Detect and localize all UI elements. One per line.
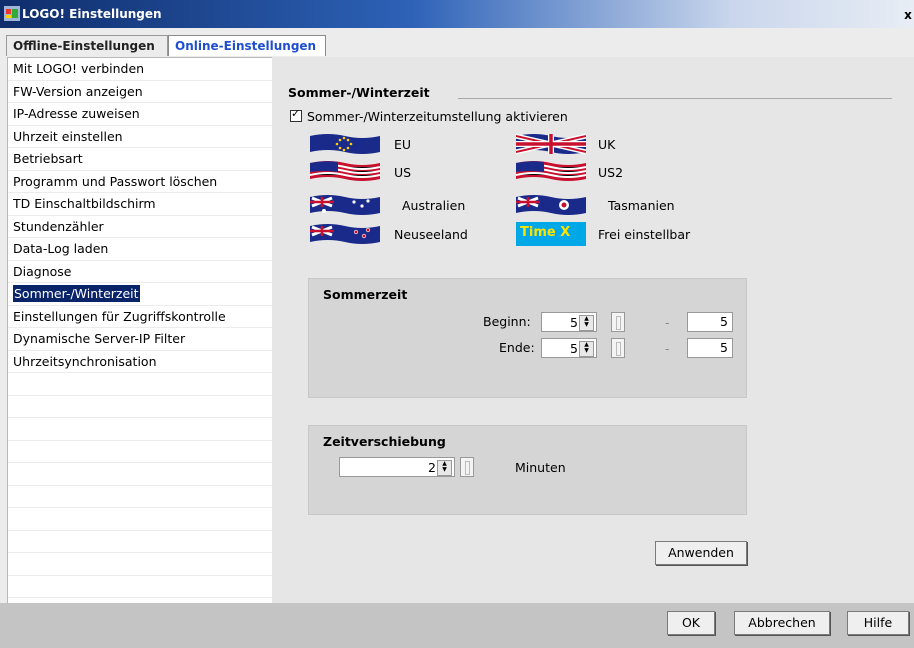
- nav-item-dst[interactable]: Sommer-/Winterzeit: [8, 283, 273, 306]
- tab-bar: Offline-Einstellungen Online-Einstellung…: [0, 28, 914, 56]
- list-item-empty: [8, 531, 273, 553]
- stepper-arrows-icon[interactable]: ▲ ▼: [437, 460, 452, 476]
- time-offset-stepper[interactable]: 2 ▲ ▼: [339, 457, 455, 477]
- nav-item-time-sync[interactable]: Uhrzeitsynchronisation: [8, 351, 273, 373]
- dialog-button-bar: OK Abbrechen Hilfe: [0, 603, 914, 648]
- cancel-button[interactable]: Abbrechen: [734, 611, 830, 635]
- preset-australia-label[interactable]: Australien: [402, 198, 465, 213]
- list-item-empty: [8, 463, 273, 486]
- list-item-empty: [8, 553, 273, 576]
- time-offset-title: Zeitverschiebung: [323, 434, 446, 449]
- time-offset-unit: Minuten: [515, 460, 566, 475]
- time-offset-group: Zeitverschiebung 2 ▲ ▼ Minuten: [308, 425, 747, 515]
- preset-custom-label[interactable]: Frei einstellbar: [598, 227, 690, 242]
- nav-item-fw-version[interactable]: FW-Version anzeigen: [8, 81, 273, 103]
- preset-us2-label[interactable]: US2: [598, 165, 623, 180]
- nav-item-diagnose[interactable]: Diagnose: [8, 261, 273, 283]
- list-item-empty: [8, 396, 273, 418]
- list-item-empty: [8, 373, 273, 396]
- ok-button[interactable]: OK: [667, 611, 715, 635]
- logo-app-icon: [4, 6, 20, 21]
- time-x-icon[interactable]: Time X: [516, 222, 586, 246]
- summer-time-group: Sommerzeit Beginn: 5 ▲ ▼ - 5 Ende: 5 ▲ ▼ -…: [308, 278, 747, 398]
- nav-item-set-time[interactable]: Uhrzeit einstellen: [8, 126, 273, 148]
- close-icon[interactable]: x: [902, 8, 914, 22]
- us-flag-icon[interactable]: [310, 159, 380, 183]
- nav-item-access-control[interactable]: Einstellungen für Zugriffskontrolle: [8, 306, 273, 328]
- begin-day-field[interactable]: 5: [687, 312, 733, 332]
- nav-item-ip-address[interactable]: IP-Adresse zuweisen: [8, 103, 273, 126]
- checkbox-checked-icon[interactable]: [290, 107, 302, 122]
- list-item-empty: [8, 418, 273, 441]
- nav-item-td-screen[interactable]: TD Einschaltbildschirm: [8, 193, 273, 216]
- new-zealand-flag-icon[interactable]: [310, 222, 380, 246]
- nav-item-operating-mode[interactable]: Betriebsart: [8, 148, 273, 171]
- preset-uk-label[interactable]: UK: [598, 137, 615, 152]
- end-day-field[interactable]: 5: [687, 338, 733, 358]
- dst-enable-checkbox[interactable]: Sommer-/Winterzeitumstellung aktivieren: [290, 107, 568, 124]
- us-flag-icon[interactable]: [516, 159, 586, 183]
- time-offset-value: 2: [428, 460, 436, 475]
- begin-slider-handle[interactable]: [611, 312, 625, 332]
- preset-nz-label[interactable]: Neuseeland: [394, 227, 468, 242]
- help-button[interactable]: Hilfe: [847, 611, 909, 635]
- section-divider: [458, 98, 892, 99]
- stepper-arrows-icon[interactable]: ▲ ▼: [579, 315, 594, 331]
- stepper-arrows-icon[interactable]: ▲ ▼: [579, 341, 594, 357]
- list-item-empty: [8, 486, 273, 508]
- preset-us-label[interactable]: US: [394, 165, 411, 180]
- time-x-icon-text: Time X: [520, 225, 571, 240]
- tab-offline-settings[interactable]: Offline-Einstellungen: [6, 35, 168, 56]
- eu-flag-icon[interactable]: [310, 132, 380, 156]
- list-item-empty: [8, 508, 273, 531]
- preset-tasmania-label[interactable]: Tasmanien: [608, 198, 675, 213]
- end-month-value: 5: [570, 341, 578, 356]
- end-slider-handle[interactable]: [611, 338, 625, 358]
- list-item-empty: [8, 576, 273, 598]
- end-separator: -: [665, 341, 670, 356]
- apply-button[interactable]: Anwenden: [655, 541, 747, 565]
- begin-month-stepper[interactable]: 5 ▲ ▼: [541, 312, 597, 332]
- australia-flag-icon[interactable]: [310, 193, 380, 217]
- settings-nav-list: Mit LOGO! verbinden FW-Version anzeigen …: [7, 57, 274, 605]
- uk-flag-icon[interactable]: [516, 132, 586, 156]
- section-title: Sommer-/Winterzeit: [288, 85, 430, 100]
- dst-enable-label: Sommer-/Winterzeitumstellung aktivieren: [307, 109, 568, 124]
- preset-eu-label[interactable]: EU: [394, 137, 411, 152]
- content-panel: Sommer-/Winterzeit Sommer-/Winterzeitums…: [272, 57, 914, 603]
- nav-item-hour-counter[interactable]: Stundenzähler: [8, 216, 273, 238]
- nav-item-data-log[interactable]: Data-Log laden: [8, 238, 273, 261]
- begin-month-value: 5: [570, 315, 578, 330]
- window-title: LOGO! Einstellungen: [22, 7, 162, 21]
- title-bar: LOGO! Einstellungen x: [0, 0, 914, 28]
- begin-separator: -: [665, 315, 670, 330]
- nav-item-delete-program[interactable]: Programm und Passwort löschen: [8, 171, 273, 193]
- end-month-stepper[interactable]: 5 ▲ ▼: [541, 338, 597, 358]
- list-item-empty: [8, 441, 273, 463]
- begin-label: Beginn:: [483, 314, 531, 329]
- time-offset-slider-handle[interactable]: [460, 457, 474, 477]
- tasmania-flag-icon[interactable]: [516, 193, 586, 217]
- end-label: Ende:: [499, 340, 535, 355]
- summer-time-title: Sommerzeit: [323, 287, 408, 302]
- tab-online-settings[interactable]: Online-Einstellungen: [168, 35, 326, 56]
- nav-item-server-ip-filter[interactable]: Dynamische Server-IP Filter: [8, 328, 273, 351]
- nav-item-connect[interactable]: Mit LOGO! verbinden: [8, 58, 273, 81]
